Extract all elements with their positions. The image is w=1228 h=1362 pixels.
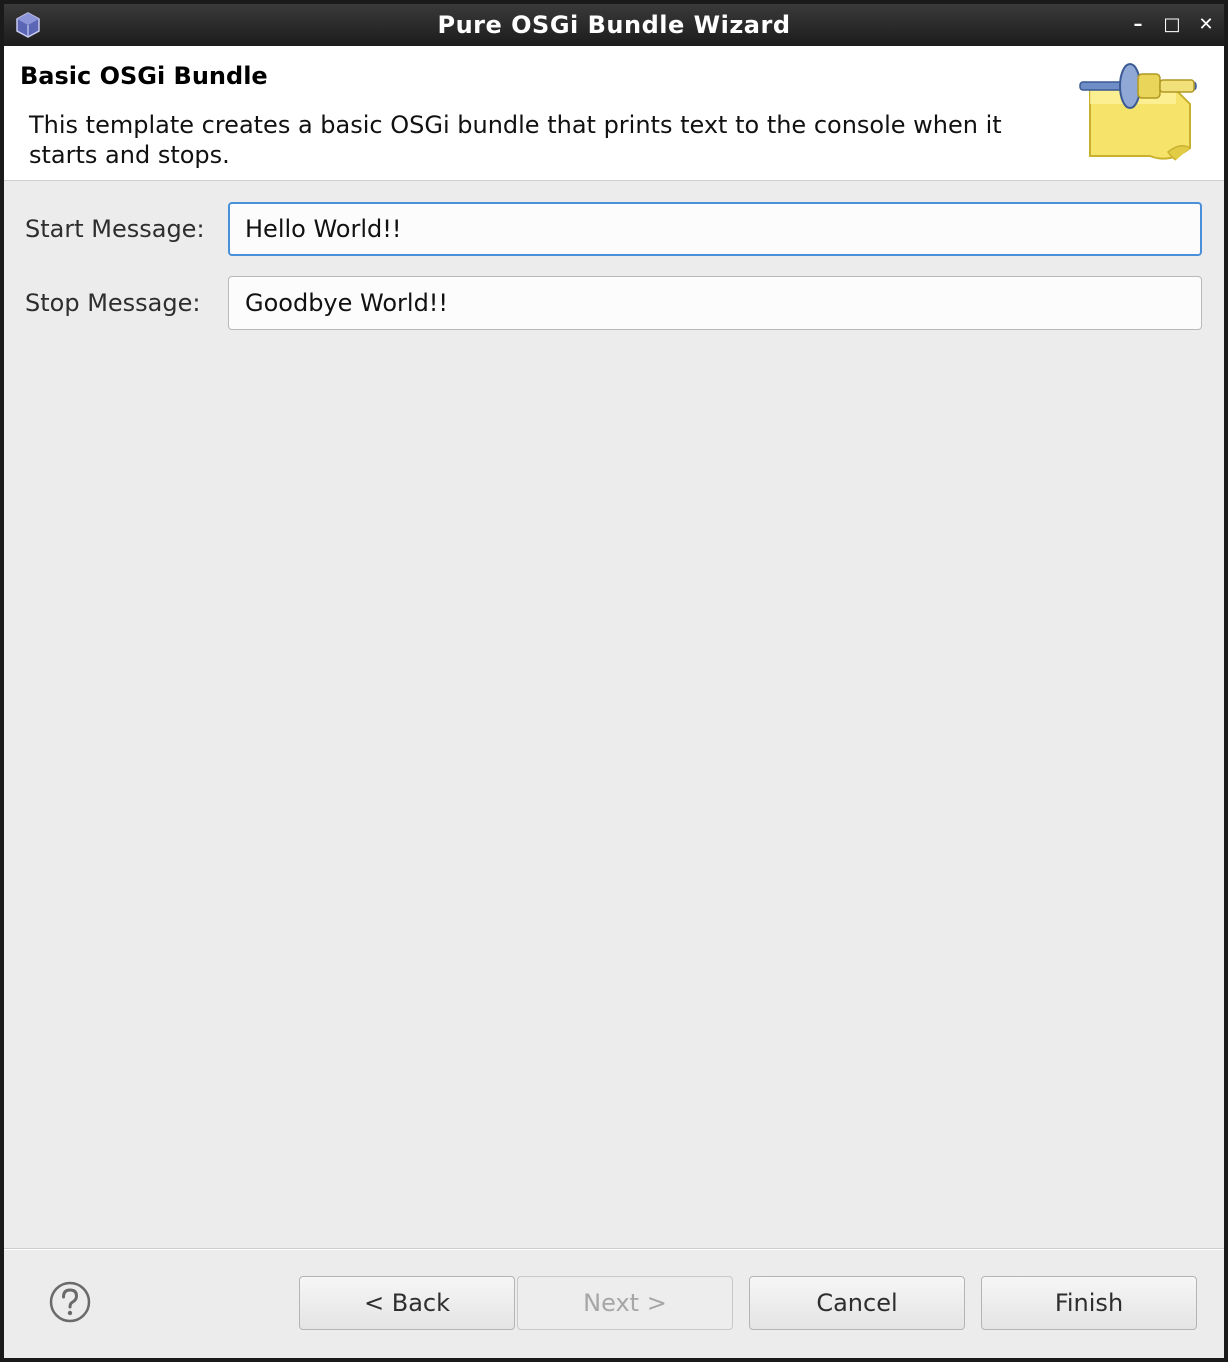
- title-bar[interactable]: Pure OSGi Bundle Wizard – □ ✕: [4, 4, 1224, 46]
- back-button[interactable]: < Back: [299, 1276, 515, 1330]
- plugin-wizard-icon: [1079, 63, 1197, 161]
- page-title: Basic OSGi Bundle: [20, 62, 268, 90]
- wizard-window: Pure OSGi Bundle Wizard – □ ✕ Basic OSGi…: [0, 0, 1228, 1362]
- close-button[interactable]: ✕: [1194, 13, 1218, 37]
- help-icon[interactable]: [48, 1280, 92, 1324]
- start-message-input[interactable]: [228, 202, 1202, 256]
- button-bar-separator: [4, 1248, 1224, 1250]
- next-button[interactable]: Next >: [517, 1276, 733, 1330]
- wizard-banner: Basic OSGi Bundle This template creates …: [4, 46, 1224, 181]
- page-description: This template creates a basic OSGi bundl…: [29, 111, 1002, 169]
- finish-button[interactable]: Finish: [981, 1276, 1197, 1330]
- window-title: Pure OSGi Bundle Wizard: [437, 11, 791, 39]
- maximize-button[interactable]: □: [1160, 13, 1184, 37]
- minimize-button[interactable]: –: [1126, 13, 1150, 37]
- stop-message-input[interactable]: [228, 276, 1202, 330]
- cancel-button[interactable]: Cancel: [749, 1276, 965, 1330]
- start-message-row: Start Message:: [4, 202, 1224, 256]
- stop-message-row: Stop Message:: [4, 276, 1224, 330]
- start-message-label: Start Message:: [25, 215, 205, 243]
- stop-message-label: Stop Message:: [25, 289, 201, 317]
